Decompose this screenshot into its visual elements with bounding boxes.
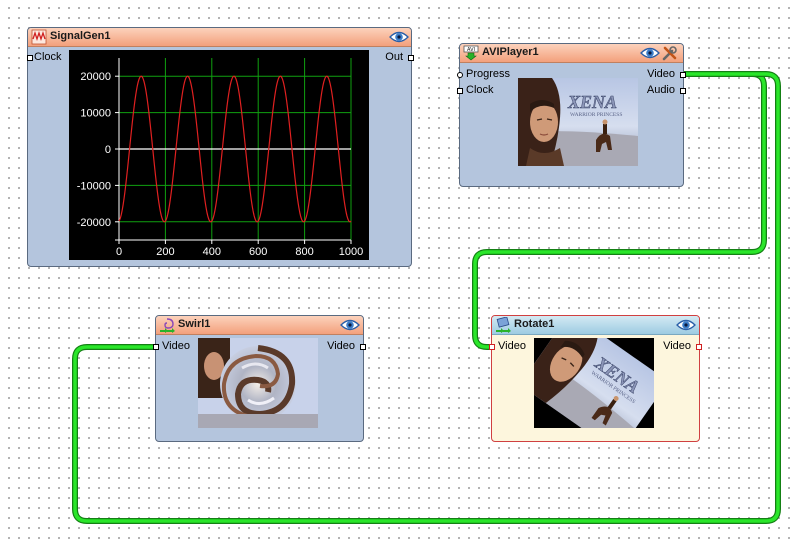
node-title: SignalGen1 (50, 30, 111, 42)
svg-text:AVI: AVI (467, 47, 475, 53)
node-signalgen[interactable]: SignalGen1 Clock Out 20000 10000 0 -10000 -2… (27, 27, 414, 267)
node-aviplayer[interactable]: AVI AVIPlayer1 Progress Clock Video Audi… (457, 43, 686, 187)
input-port-video[interactable] (489, 344, 495, 350)
chart-y-tick-label: 0 (105, 144, 111, 156)
chart-y-tick-label: 20000 (80, 71, 111, 83)
port-label-clock: Clock (34, 51, 62, 63)
input-port-video[interactable] (153, 344, 159, 350)
eye-icon[interactable] (340, 317, 360, 333)
chart-x-tick-label: 400 (203, 246, 221, 258)
node-header[interactable]: Rotate1 (492, 316, 699, 335)
port-label-video-in: Video (162, 340, 190, 352)
node-title: Rotate1 (514, 318, 555, 330)
node-rotate[interactable]: Rotate1 Video Video XENA WARRIOR PRINCES… (489, 315, 702, 442)
chart-x-tick-label: 200 (156, 246, 174, 258)
eye-icon[interactable] (389, 29, 409, 45)
node-title: Swirl1 (178, 318, 211, 330)
port-label-progress: Progress (466, 68, 511, 80)
port-label-audio: Audio (646, 84, 675, 96)
port-label-video-out: Video (663, 340, 691, 352)
output-port-video[interactable] (696, 344, 702, 350)
waveform-icon (31, 29, 47, 45)
input-port-clock[interactable] (457, 88, 463, 94)
signal-chart: 20000 10000 0 -10000 -20000 0 200 400 600 800 1000 (69, 50, 369, 260)
node-header[interactable]: Swirl1 (156, 316, 363, 335)
tools-icon[interactable] (662, 45, 678, 61)
output-port-audio[interactable] (680, 88, 686, 94)
avi-download-icon: AVI (463, 45, 479, 61)
eye-icon[interactable] (676, 317, 696, 333)
chart-y-tick-label: -20000 (77, 217, 111, 229)
node-title: AVIPlayer1 (482, 46, 539, 58)
preview-subtitle-text: WARRIOR PRINCESS (570, 112, 622, 118)
chart-y-tick-label: 10000 (80, 108, 111, 120)
input-port-clock[interactable] (27, 55, 33, 61)
input-port-progress[interactable] (457, 72, 463, 78)
chart-x-tick-label: 0 (116, 246, 122, 258)
chart-y-tick-label: -10000 (77, 180, 111, 192)
video-preview: XENA WARRIOR PRINCESS (518, 78, 638, 166)
port-label-video-in: Video (498, 340, 526, 352)
chart-x-tick-label: 800 (295, 246, 313, 258)
rotate-effect-icon (496, 317, 511, 333)
node-header[interactable]: AVI AVIPlayer1 (460, 44, 683, 63)
port-label-clock: Clock (466, 84, 494, 96)
video-preview: XENA WARRIOR PRINCESS (534, 338, 654, 428)
output-port-video[interactable] (680, 72, 686, 78)
video-preview (198, 338, 318, 428)
output-port-out[interactable] (408, 55, 414, 61)
preview-logo-text: XENA (567, 92, 617, 112)
swirl-effect-icon (160, 318, 175, 333)
node-header[interactable]: SignalGen1 (28, 28, 411, 47)
port-label-out: Out (385, 51, 403, 63)
chart-x-tick-label: 1000 (339, 246, 363, 258)
eye-icon[interactable] (640, 45, 660, 61)
port-label-video-out: Video (327, 340, 355, 352)
port-label-video: Video (647, 68, 675, 80)
chart-x-tick-label: 600 (249, 246, 267, 258)
output-port-video[interactable] (360, 344, 366, 350)
node-swirl[interactable]: Swirl1 Video Video (153, 315, 366, 442)
